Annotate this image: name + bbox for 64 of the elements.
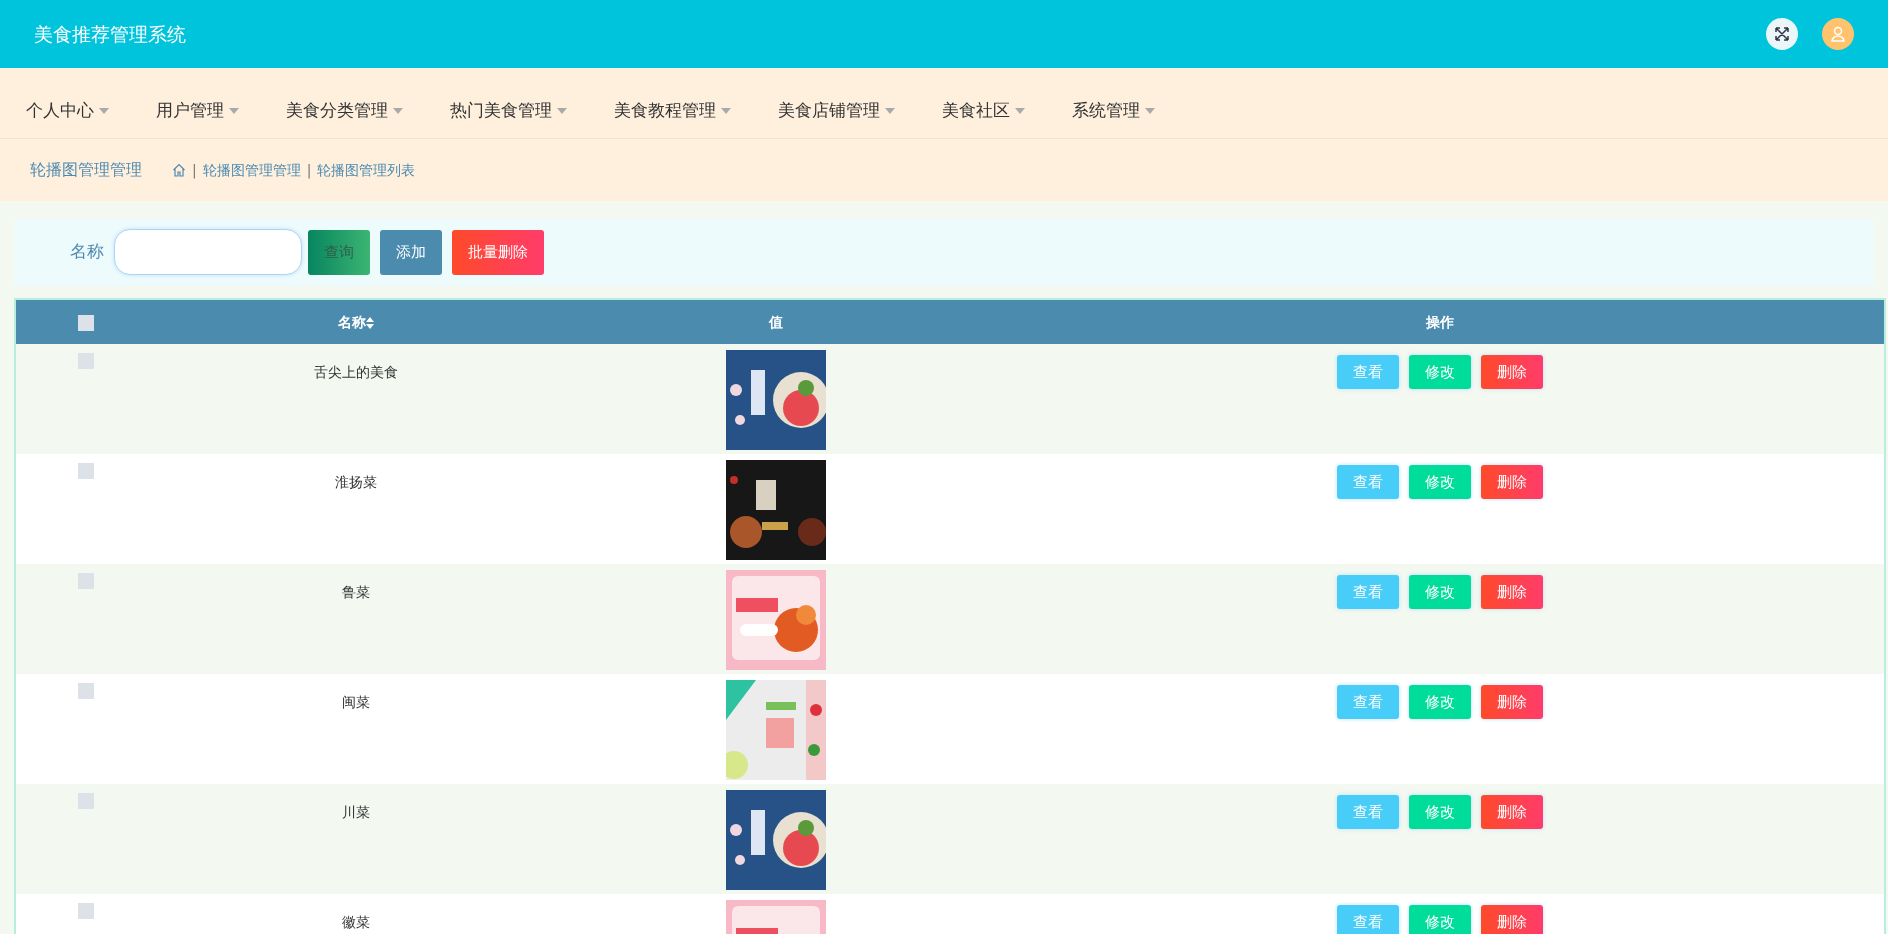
breadcrumb-link[interactable]: 轮播图管理列表 — [317, 159, 416, 181]
table-cell-text: 淮扬菜 — [335, 473, 377, 492]
fullscreen-icon — [1774, 26, 1790, 42]
edit-button[interactable]: 修改 — [1409, 685, 1471, 719]
caret-icon — [1145, 108, 1155, 114]
view-button[interactable]: 查看 — [1337, 905, 1399, 934]
edit-button[interactable]: 修改 — [1409, 465, 1471, 499]
view-button[interactable]: 查看 — [1337, 465, 1399, 499]
table-cell-text: 舌尖上的美食 — [314, 363, 398, 382]
system-title: 美食推荐管理系统 — [34, 21, 186, 47]
page-title: 轮播图管理管理 — [30, 159, 142, 181]
column-header[interactable]: 名称 — [338, 313, 366, 330]
edit-button[interactable]: 修改 — [1409, 355, 1471, 389]
view-button[interactable]: 查看 — [1337, 355, 1399, 389]
view-button[interactable]: 查看 — [1337, 685, 1399, 719]
caret-icon — [721, 108, 731, 114]
caret-icon — [393, 108, 403, 114]
edit-button[interactable]: 修改 — [1409, 795, 1471, 829]
delete-button[interactable]: 删除 — [1481, 465, 1543, 499]
view-button[interactable]: 查看 — [1337, 575, 1399, 609]
nav-menu-item[interactable]: 个人中心 — [26, 98, 109, 124]
edit-button[interactable]: 修改 — [1409, 905, 1471, 934]
breadcrumb-separator: | — [306, 160, 312, 181]
edit-button[interactable]: 修改 — [1409, 575, 1471, 609]
view-button[interactable]: 查看 — [1337, 795, 1399, 829]
nav-menu-item[interactable]: 系统管理 — [1072, 98, 1155, 124]
home-icon[interactable] — [172, 163, 186, 177]
column-header: 操作 — [1426, 313, 1454, 330]
fullscreen-button[interactable] — [1766, 18, 1798, 50]
caret-icon — [229, 108, 239, 114]
caret-icon — [557, 108, 567, 114]
field-label: 名称 — [70, 240, 104, 264]
user-icon — [1830, 26, 1846, 42]
nav-menu-item[interactable]: 美食分类管理 — [286, 98, 403, 124]
breadcrumb-separator: | — [192, 160, 197, 181]
nav-menu-item[interactable]: 用户管理 — [156, 98, 239, 124]
table-cell-text: 闽菜 — [342, 693, 370, 712]
caret-icon — [885, 108, 895, 114]
delete-button[interactable]: 删除 — [1481, 795, 1543, 829]
user-avatar-button[interactable] — [1822, 18, 1854, 50]
caret-icon — [99, 108, 109, 114]
query-button[interactable]: 查询 — [308, 229, 370, 275]
table-cell-text: 川菜 — [342, 803, 370, 822]
nav-menu-item[interactable]: 热门美食管理 — [450, 98, 567, 124]
row-checkbox[interactable] — [78, 903, 94, 919]
batch-delete-button[interactable]: 批量删除 — [452, 229, 544, 275]
column-header: 值 — [769, 313, 783, 330]
search-field[interactable] — [114, 229, 302, 275]
row-checkbox[interactable] — [78, 683, 94, 699]
add-button[interactable]: 添加 — [380, 229, 442, 275]
breadcrumb-link[interactable]: 轮播图管理管理 — [202, 159, 301, 181]
delete-button[interactable]: 删除 — [1481, 575, 1543, 609]
table-cell-text: 鲁菜 — [342, 583, 370, 602]
row-checkbox[interactable] — [78, 463, 94, 479]
delete-button[interactable]: 删除 — [1481, 685, 1543, 719]
nav-menu-item[interactable]: 美食教程管理 — [614, 98, 731, 124]
delete-button[interactable]: 删除 — [1481, 905, 1543, 934]
sort-icon[interactable] — [366, 316, 374, 329]
nav-menu-item[interactable]: 美食店铺管理 — [778, 98, 895, 124]
nav-menu-item[interactable]: 美食社区 — [942, 98, 1025, 124]
table-cell-text: 徽菜 — [342, 913, 370, 932]
delete-button[interactable]: 删除 — [1481, 355, 1543, 389]
select-all-checkbox[interactable] — [78, 314, 94, 331]
caret-icon — [1015, 108, 1025, 114]
